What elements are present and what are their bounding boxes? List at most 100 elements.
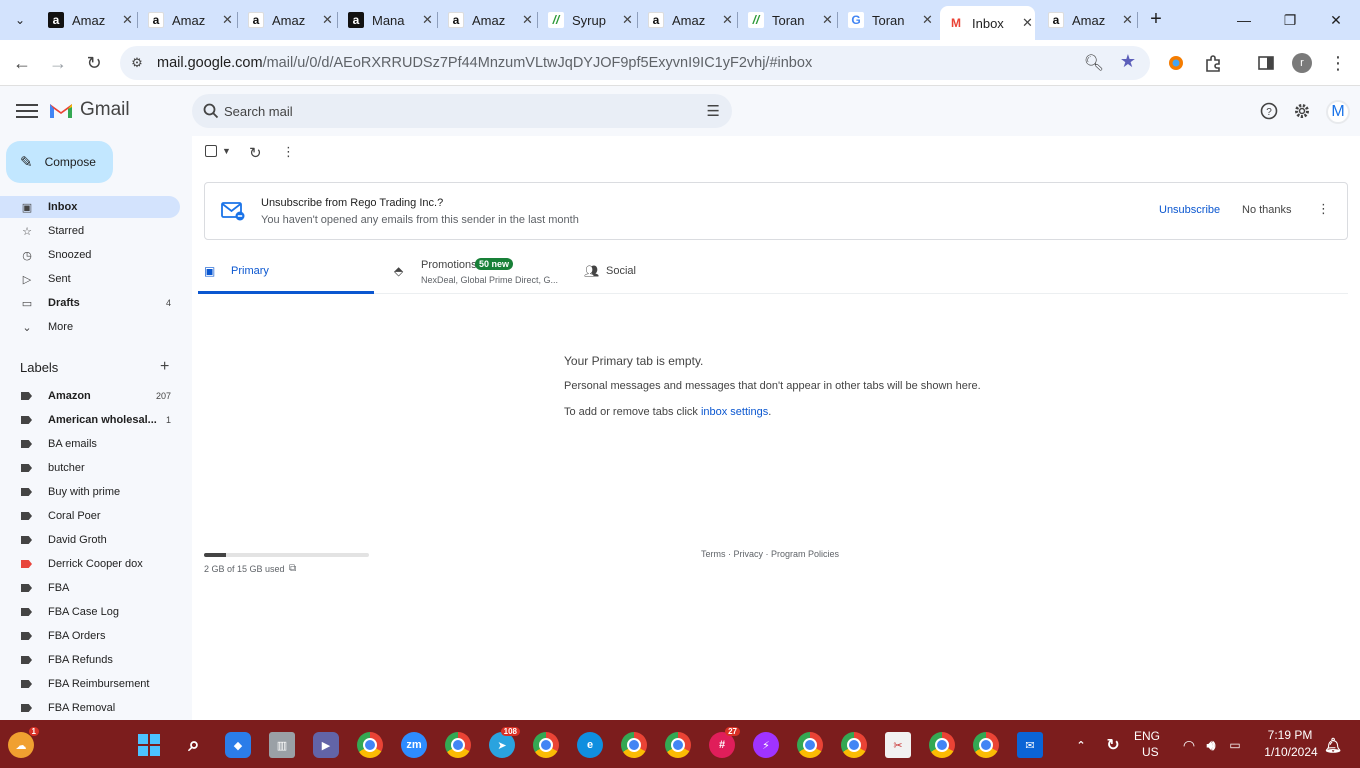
language-indicator[interactable]: ENG xyxy=(1134,729,1160,743)
close-icon[interactable]: ✕ xyxy=(822,12,833,28)
close-icon[interactable]: ✕ xyxy=(422,12,433,28)
sidebar-item-more[interactable]: ⌄ More xyxy=(0,316,180,338)
label-item[interactable]: Derrick Cooper dox xyxy=(0,553,180,575)
close-icon[interactable]: ✕ xyxy=(722,12,733,28)
close-icon[interactable]: ✕ xyxy=(222,12,233,28)
reload-button[interactable]: ↻ xyxy=(81,50,107,76)
compose-button[interactable]: ✎ Compose xyxy=(6,141,113,183)
tab-search-button[interactable]: ⌄ xyxy=(8,8,32,32)
chrome-icon[interactable] xyxy=(929,732,955,758)
label-item[interactable]: butcher xyxy=(0,457,180,479)
chrome-icon[interactable] xyxy=(357,732,383,758)
mail-icon[interactable]: ✉ xyxy=(1017,732,1043,758)
close-icon[interactable]: ✕ xyxy=(1022,15,1033,31)
label-item[interactable]: Buy with prime xyxy=(0,481,180,503)
create-label-button[interactable]: + xyxy=(160,358,169,376)
label-item[interactable]: American wholesal... 1 xyxy=(0,409,180,431)
no-thanks-button[interactable]: No thanks xyxy=(1242,204,1292,216)
inbox-settings-link[interactable]: inbox settings xyxy=(701,406,768,418)
settings-gear-icon[interactable] xyxy=(1292,101,1312,121)
label-item[interactable]: FBA xyxy=(0,577,180,599)
close-icon[interactable]: ✕ xyxy=(622,12,633,28)
weather-widget-icon[interactable]: ☁ 1 xyxy=(8,727,39,758)
label-item[interactable]: Amazon 207 xyxy=(0,385,180,407)
url-text[interactable]: mail.google.com/mail/u/0/d/AEoRXRRUDSz7P… xyxy=(157,55,812,71)
snipping-tool-icon[interactable]: ✂ xyxy=(885,732,911,758)
battery-icon[interactable]: ▭ xyxy=(1222,732,1248,758)
open-in-new-icon[interactable]: ⧉ xyxy=(289,563,296,574)
sidebar-item-drafts[interactable]: ▭ Drafts 4 xyxy=(0,292,180,314)
close-icon[interactable]: ✕ xyxy=(122,12,133,28)
bookmark-star-icon[interactable]: ★ xyxy=(1120,51,1136,72)
select-dropdown-icon[interactable]: ▼ xyxy=(222,146,231,156)
sidebar-item-sent[interactable]: ▷ Sent xyxy=(0,268,180,290)
browser-tab[interactable]: // Toran ✕ xyxy=(740,6,833,34)
refresh-icon[interactable]: ↻ xyxy=(249,144,262,162)
chrome-icon[interactable] xyxy=(973,732,999,758)
clock-date[interactable]: 1/10/2024 xyxy=(1258,745,1324,759)
messenger-icon[interactable]: ⚡ xyxy=(753,732,779,758)
zoom-icon[interactable]: zm xyxy=(401,732,427,758)
chevron-up-icon[interactable]: ⌃ xyxy=(1068,732,1094,758)
extensions-puzzle-icon[interactable] xyxy=(1200,50,1226,76)
chrome-icon[interactable] xyxy=(797,732,823,758)
search-icon[interactable]: ⌕ xyxy=(181,732,207,758)
banner-more-icon[interactable]: ⋮ xyxy=(1317,201,1330,217)
close-window-button[interactable]: ✕ xyxy=(1324,8,1348,32)
browser-tab[interactable]: a Amaz ✕ xyxy=(140,6,233,34)
browser-tab[interactable]: a Amaz ✕ xyxy=(40,6,133,34)
sync-icon[interactable]: ↻ xyxy=(1100,732,1126,758)
zoom-icon[interactable]: 🔍︎ xyxy=(1084,53,1104,73)
chrome-icon[interactable] xyxy=(445,732,471,758)
label-item[interactable]: BA emails xyxy=(0,433,180,455)
chrome-icon[interactable] xyxy=(665,732,691,758)
slack-icon[interactable]: #27 xyxy=(709,727,740,758)
sidebar-item-inbox[interactable]: ▣ Inbox xyxy=(0,196,180,218)
browser-tab[interactable]: a Amaz ✕ xyxy=(240,6,333,34)
label-item[interactable]: FBA Reimbursement xyxy=(0,673,180,695)
browser-tab[interactable]: a Amaz ✕ xyxy=(640,6,733,34)
label-item[interactable]: FBA Orders xyxy=(0,625,180,647)
new-tab-button[interactable]: + xyxy=(1144,8,1168,32)
volume-icon[interactable]: 🔊︎ xyxy=(1198,732,1224,758)
close-icon[interactable]: ✕ xyxy=(922,12,933,28)
chrome-icon[interactable] xyxy=(533,732,559,758)
label-item[interactable]: FBA Case Log xyxy=(0,601,180,623)
back-button[interactable]: ← xyxy=(9,50,35,76)
tab-social[interactable]: 👥︎ Social xyxy=(578,248,754,294)
label-item[interactable]: Coral Poer xyxy=(0,505,180,527)
site-info-icon[interactable]: ⚙ xyxy=(128,54,146,72)
forward-button[interactable]: → xyxy=(45,50,71,76)
account-avatar[interactable]: M xyxy=(1326,100,1350,124)
main-menu-icon[interactable] xyxy=(16,100,38,122)
help-icon[interactable]: ? xyxy=(1259,101,1279,121)
browser-menu-icon[interactable]: ⋮ xyxy=(1325,50,1351,76)
copilot-icon[interactable]: ◆ xyxy=(225,732,251,758)
gmail-logo[interactable]: Gmail xyxy=(48,99,130,121)
close-icon[interactable]: ✕ xyxy=(522,12,533,28)
browser-tab[interactable]: a Amaz ✕ xyxy=(1040,6,1133,34)
region-indicator[interactable]: US xyxy=(1142,745,1159,759)
browser-tab-active[interactable]: M Inbox ✕ xyxy=(940,6,1035,40)
select-all-checkbox[interactable] xyxy=(205,145,217,157)
meet-icon[interactable]: ▶ xyxy=(313,732,339,758)
close-icon[interactable]: ✕ xyxy=(1122,12,1133,28)
search-options-icon[interactable]: ☰ xyxy=(707,102,720,120)
footer-links[interactable]: Terms · Privacy · Program Policies xyxy=(701,549,839,559)
task-view-icon[interactable]: ▥ xyxy=(269,732,295,758)
browser-tab[interactable]: a Mana ✕ xyxy=(340,6,433,34)
search-icon[interactable] xyxy=(202,102,220,120)
profile-avatar[interactable]: r xyxy=(1289,50,1315,76)
sidebar-item-starred[interactable]: ☆ Starred xyxy=(0,220,180,242)
label-item[interactable]: David Groth xyxy=(0,529,180,551)
minimize-button[interactable]: — xyxy=(1232,8,1256,32)
tab-primary[interactable]: ▣ Primary xyxy=(198,248,374,294)
clock-time[interactable]: 7:19 PM xyxy=(1260,728,1320,742)
chrome-icon[interactable] xyxy=(841,732,867,758)
tab-promotions[interactable]: ⬘ Promotions 50 new NexDeal, Global Prim… xyxy=(388,248,568,294)
label-item[interactable]: FBA Refunds xyxy=(0,649,180,671)
unsubscribe-button[interactable]: Unsubscribe xyxy=(1159,204,1220,216)
telegram-icon[interactable]: ➤ 108 xyxy=(489,727,520,758)
address-bar[interactable]: ⚙ mail.google.com/mail/u/0/d/AEoRXRRUDSz… xyxy=(120,46,1150,80)
chrome-icon[interactable] xyxy=(621,732,647,758)
